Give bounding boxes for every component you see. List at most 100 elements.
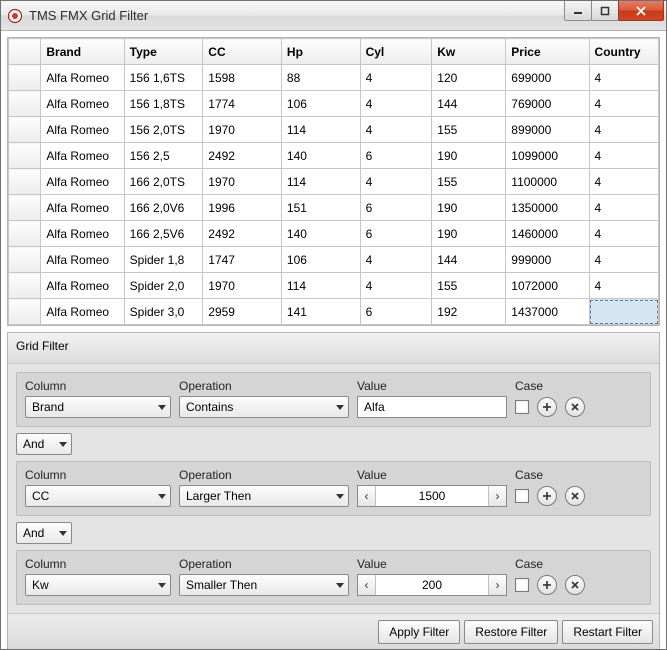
- table-row[interactable]: Alfa Romeo166 2,0TS1970114415511000004: [9, 169, 659, 195]
- cell-cc[interactable]: 2492: [203, 143, 282, 169]
- cell-kw[interactable]: 120: [432, 65, 506, 91]
- cell-cyl[interactable]: 4: [360, 169, 432, 195]
- cell-price[interactable]: 1072000: [506, 273, 589, 299]
- cell-country[interactable]: 4: [589, 65, 658, 91]
- cell-kw[interactable]: 190: [432, 221, 506, 247]
- cell-brand[interactable]: Alfa Romeo: [41, 221, 124, 247]
- cell-type[interactable]: 156 2,0TS: [124, 117, 203, 143]
- cell-type[interactable]: 156 1,6TS: [124, 65, 203, 91]
- table-row[interactable]: Alfa Romeo166 2,0V61996151619013500004: [9, 195, 659, 221]
- row-header[interactable]: [9, 299, 41, 325]
- add-condition-button[interactable]: [537, 575, 557, 595]
- cell-price[interactable]: 1460000: [506, 221, 589, 247]
- cell-type[interactable]: Spider 3,0: [124, 299, 203, 325]
- value-spinner[interactable]: ‹1500›: [357, 485, 507, 507]
- case-checkbox[interactable]: [515, 489, 529, 503]
- cell-price[interactable]: 1100000: [506, 169, 589, 195]
- cell-brand[interactable]: Alfa Romeo: [41, 299, 124, 325]
- column-combo[interactable]: Kw: [25, 574, 171, 596]
- cell-hp[interactable]: 151: [281, 195, 360, 221]
- row-header[interactable]: [9, 195, 41, 221]
- case-checkbox[interactable]: [515, 400, 529, 414]
- remove-condition-button[interactable]: [565, 575, 585, 595]
- cell-hp[interactable]: 106: [281, 91, 360, 117]
- value-input[interactable]: Alfa: [357, 396, 507, 418]
- cell-price[interactable]: 769000: [506, 91, 589, 117]
- spinner-decrement[interactable]: ‹: [358, 575, 376, 595]
- cell-hp[interactable]: 114: [281, 169, 360, 195]
- cell-cc[interactable]: 1970: [203, 117, 282, 143]
- restart-filter-button[interactable]: Restart Filter: [562, 620, 653, 644]
- cell-price[interactable]: 699000: [506, 65, 589, 91]
- maximize-button[interactable]: [591, 1, 619, 21]
- cell-brand[interactable]: Alfa Romeo: [41, 247, 124, 273]
- boolean-operator-combo[interactable]: And: [16, 433, 72, 455]
- col-header-hp[interactable]: Hp: [281, 39, 360, 65]
- cell-type[interactable]: 166 2,5V6: [124, 221, 203, 247]
- col-header-brand[interactable]: Brand: [41, 39, 124, 65]
- table-row[interactable]: Alfa Romeo156 2,52492140619010990004: [9, 143, 659, 169]
- cell-hp[interactable]: 141: [281, 299, 360, 325]
- cell-country[interactable]: 4: [589, 169, 658, 195]
- cell-price[interactable]: 1437000: [506, 299, 589, 325]
- cell-hp[interactable]: 114: [281, 117, 360, 143]
- data-grid[interactable]: Brand Type CC Hp Cyl Kw Price Country Al…: [7, 37, 660, 326]
- column-combo[interactable]: CC: [25, 485, 171, 507]
- add-condition-button[interactable]: [537, 397, 557, 417]
- cell-price[interactable]: 1350000: [506, 195, 589, 221]
- cell-country[interactable]: 4: [589, 143, 658, 169]
- cell-brand[interactable]: Alfa Romeo: [41, 273, 124, 299]
- cell-kw[interactable]: 155: [432, 273, 506, 299]
- col-header-cc[interactable]: CC: [203, 39, 282, 65]
- spinner-increment[interactable]: ›: [488, 486, 506, 506]
- cell-cyl[interactable]: 6: [360, 299, 432, 325]
- cell-cyl[interactable]: 4: [360, 91, 432, 117]
- row-header[interactable]: [9, 169, 41, 195]
- cell-kw[interactable]: 155: [432, 117, 506, 143]
- col-header-type[interactable]: Type: [124, 39, 203, 65]
- cell-brand[interactable]: Alfa Romeo: [41, 195, 124, 221]
- table-row[interactable]: Alfa RomeoSpider 2,01970114415510720004: [9, 273, 659, 299]
- table-row[interactable]: Alfa RomeoSpider 1,8174710641449990004: [9, 247, 659, 273]
- cell-cyl[interactable]: 4: [360, 273, 432, 299]
- cell-hp[interactable]: 140: [281, 143, 360, 169]
- cell-type[interactable]: 166 2,0TS: [124, 169, 203, 195]
- operation-combo[interactable]: Contains: [179, 396, 349, 418]
- spinner-decrement[interactable]: ‹: [358, 486, 376, 506]
- table-row[interactable]: Alfa Romeo166 2,5V62492140619014600004: [9, 221, 659, 247]
- cell-type[interactable]: 156 1,8TS: [124, 91, 203, 117]
- cell-type[interactable]: Spider 2,0: [124, 273, 203, 299]
- col-header-price[interactable]: Price: [506, 39, 589, 65]
- cell-brand[interactable]: Alfa Romeo: [41, 143, 124, 169]
- apply-filter-button[interactable]: Apply Filter: [378, 620, 460, 644]
- row-header[interactable]: [9, 221, 41, 247]
- cell-type[interactable]: Spider 1,8: [124, 247, 203, 273]
- cell-brand[interactable]: Alfa Romeo: [41, 117, 124, 143]
- cell-kw[interactable]: 192: [432, 299, 506, 325]
- cell-hp[interactable]: 88: [281, 65, 360, 91]
- add-condition-button[interactable]: [537, 486, 557, 506]
- cell-hp[interactable]: 140: [281, 221, 360, 247]
- operation-combo[interactable]: Larger Then: [179, 485, 349, 507]
- row-header[interactable]: [9, 273, 41, 299]
- cell-country[interactable]: 4: [589, 117, 658, 143]
- case-checkbox[interactable]: [515, 578, 529, 592]
- cell-country[interactable]: 4: [589, 195, 658, 221]
- cell-country[interactable]: 4: [589, 273, 658, 299]
- boolean-operator-combo[interactable]: And: [16, 522, 72, 544]
- row-header[interactable]: [9, 117, 41, 143]
- cell-cc[interactable]: 1970: [203, 169, 282, 195]
- row-header[interactable]: [9, 65, 41, 91]
- cell-cyl[interactable]: 6: [360, 143, 432, 169]
- cell-cc[interactable]: 2492: [203, 221, 282, 247]
- cell-country[interactable]: [589, 299, 658, 325]
- cell-country[interactable]: 4: [589, 91, 658, 117]
- cell-cc[interactable]: 2959: [203, 299, 282, 325]
- cell-cc[interactable]: 1970: [203, 273, 282, 299]
- cell-price[interactable]: 999000: [506, 247, 589, 273]
- cell-brand[interactable]: Alfa Romeo: [41, 91, 124, 117]
- cell-type[interactable]: 166 2,0V6: [124, 195, 203, 221]
- table-row[interactable]: Alfa Romeo156 2,0TS197011441558990004: [9, 117, 659, 143]
- cell-price[interactable]: 1099000: [506, 143, 589, 169]
- cell-kw[interactable]: 155: [432, 169, 506, 195]
